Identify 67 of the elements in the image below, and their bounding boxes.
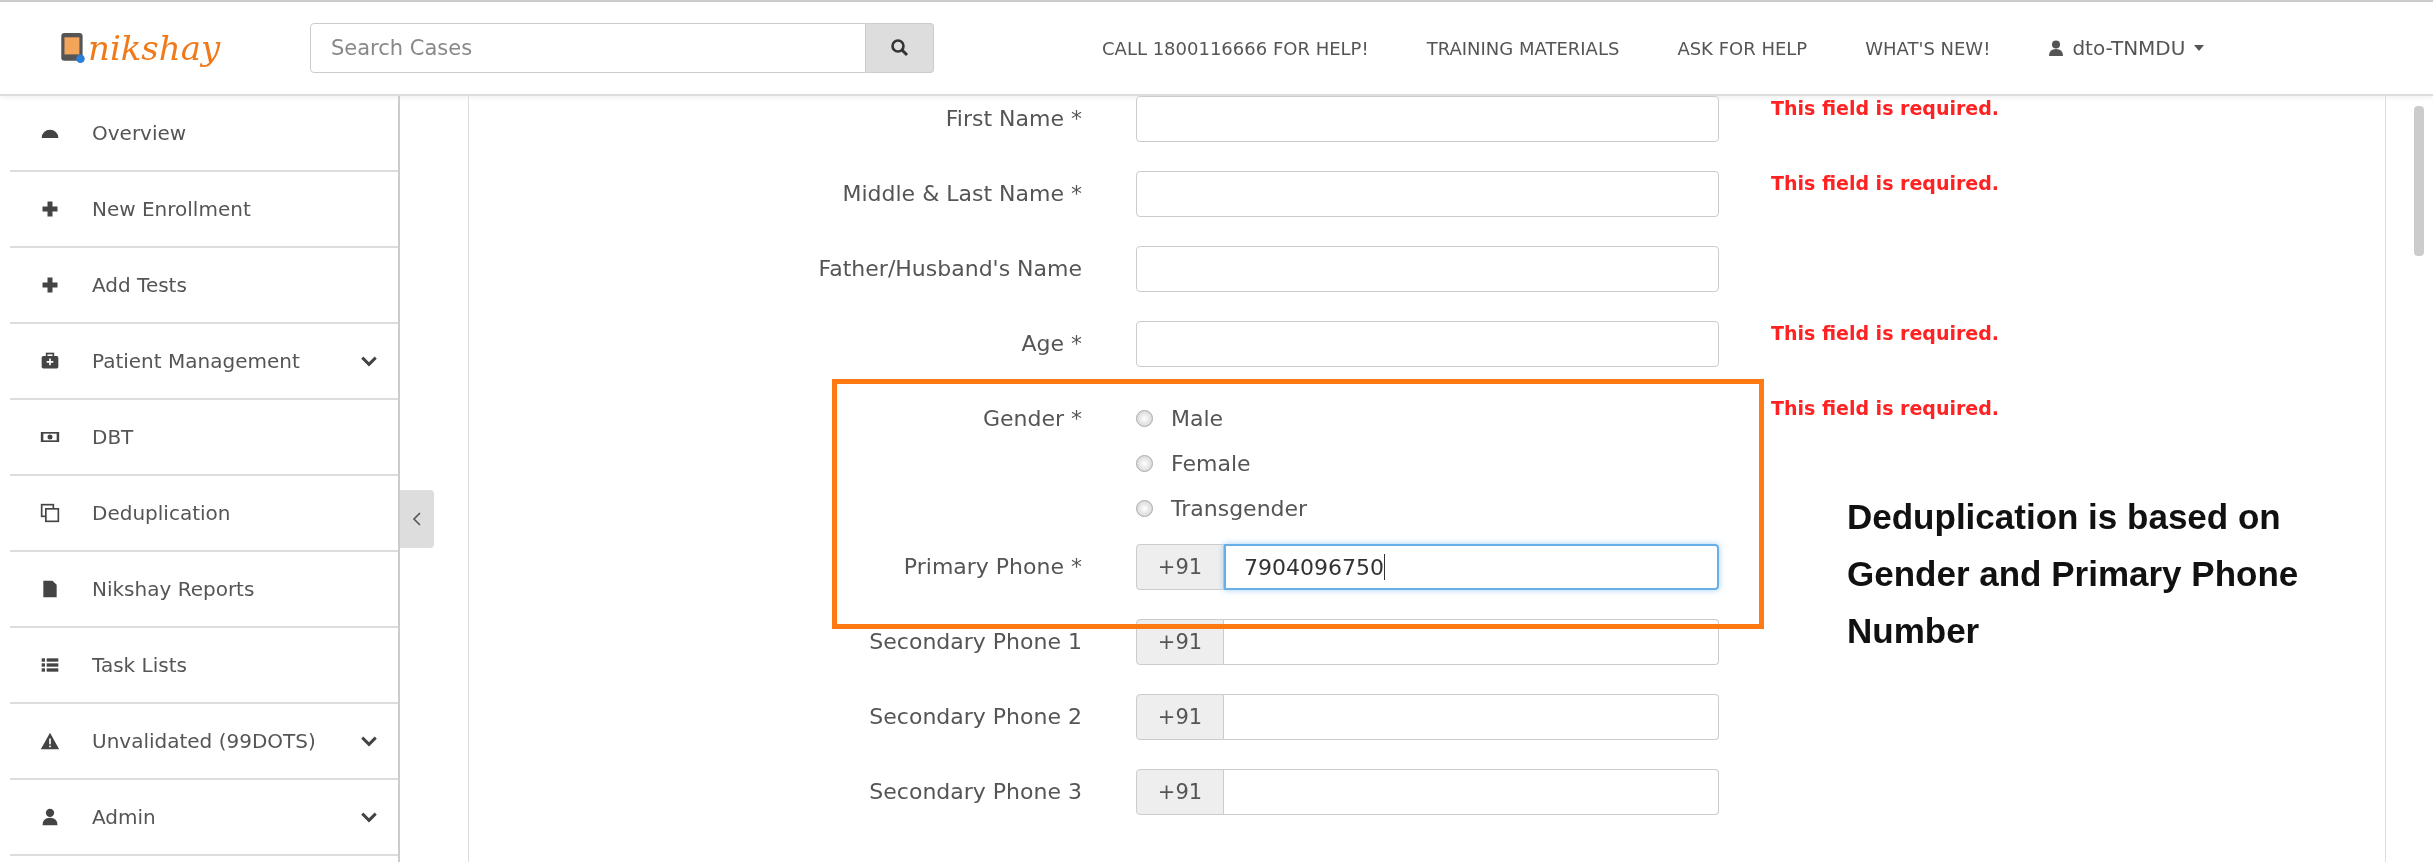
phone-field[interactable]	[1224, 769, 1719, 815]
chevron-down-icon	[360, 735, 378, 747]
error-message: This field is required.	[1771, 96, 2000, 120]
collapse-button[interactable]	[400, 490, 434, 548]
search-field[interactable]: Search Cases	[310, 23, 866, 73]
country-code: +91	[1136, 769, 1224, 815]
copy-icon	[40, 503, 60, 523]
phone-field[interactable]: 7904096750	[1224, 544, 1719, 590]
error-message: This field is required.	[1771, 171, 2000, 195]
field-label: Middle & Last Name *	[841, 180, 1082, 208]
plus-icon	[40, 275, 60, 295]
input-field[interactable]	[1136, 171, 1719, 217]
sidebar-item[interactable]: New Enrollment	[10, 172, 398, 248]
sidebar-item[interactable]: Deduplication	[10, 476, 398, 552]
field-label: Father/Husband's Name	[817, 255, 1082, 283]
input-field[interactable]	[1136, 321, 1719, 367]
sidebar-item[interactable]: Admin	[10, 780, 398, 856]
country-code: +91	[1136, 619, 1224, 665]
sidebar-item[interactable]: Unvalidated (99DOTS)	[10, 704, 398, 780]
nav-link[interactable]: WHAT'S NEW!	[1865, 37, 1991, 59]
country-code: +91	[1136, 694, 1224, 740]
radio-option[interactable]: Transgender	[1136, 486, 1308, 531]
field-label: Secondary Phone 3	[868, 778, 1082, 806]
warn-icon	[40, 731, 60, 751]
nav-link[interactable]: TRAINING MATERIALS	[1426, 37, 1620, 59]
plus-icon	[40, 199, 60, 219]
sidebar-item[interactable]: Patient Management	[10, 324, 398, 400]
scrollbar[interactable]	[2414, 106, 2424, 256]
nav-link[interactable]: ASK FOR HELP	[1677, 37, 1808, 59]
country-code: +91	[1136, 544, 1224, 590]
annotation-text: Deduplication is based on Gender and Primary Phone Number	[1847, 496, 2300, 652]
chevron-left-icon	[412, 511, 422, 527]
error-message: This field is required.	[1771, 321, 2000, 345]
tablet-icon	[60, 32, 86, 64]
field-label: Primary Phone *	[902, 553, 1082, 581]
sidebar-item[interactable]: Nikshay Reports	[10, 552, 398, 628]
field-label: Secondary Phone 1	[868, 628, 1082, 656]
input-field[interactable]	[1136, 96, 1719, 142]
field-label: Gender *	[981, 405, 1082, 433]
caret-icon	[2193, 44, 2206, 52]
list-icon	[40, 655, 60, 675]
chevron-down-icon	[360, 811, 378, 823]
phone-field[interactable]	[1224, 694, 1719, 740]
radio-option[interactable]: Female	[1136, 441, 1251, 486]
file-icon	[40, 579, 60, 599]
search-button[interactable]	[866, 23, 934, 73]
user-menu[interactable]: dto-TNMDU	[2048, 36, 2206, 60]
field-label: First Name *	[944, 105, 1082, 133]
input-field[interactable]	[1136, 246, 1719, 292]
search-icon	[889, 38, 910, 58]
sidebar-item[interactable]: Overview	[10, 96, 398, 172]
sidebar-item[interactable]: Add Tests	[10, 248, 398, 324]
user-icon	[2048, 40, 2065, 56]
field-label: Secondary Phone 2	[868, 703, 1082, 731]
radio-button[interactable]	[1136, 455, 1153, 472]
sidebar-item[interactable]: DBT	[10, 400, 398, 476]
kit-icon	[40, 351, 60, 371]
nav-link[interactable]: CALL 1800116666 FOR HELP!	[1102, 37, 1369, 59]
radio-button[interactable]	[1136, 410, 1153, 427]
sidebar-item[interactable]: Task Lists	[10, 628, 398, 704]
error-message: This field is required.	[1771, 396, 2000, 420]
phone-field[interactable]	[1224, 619, 1719, 665]
field-label: Age *	[1020, 330, 1082, 358]
radio-button[interactable]	[1136, 500, 1153, 517]
radio-option[interactable]: Male	[1136, 396, 1224, 441]
user-icon	[40, 807, 60, 827]
chevron-down-icon	[360, 355, 378, 367]
